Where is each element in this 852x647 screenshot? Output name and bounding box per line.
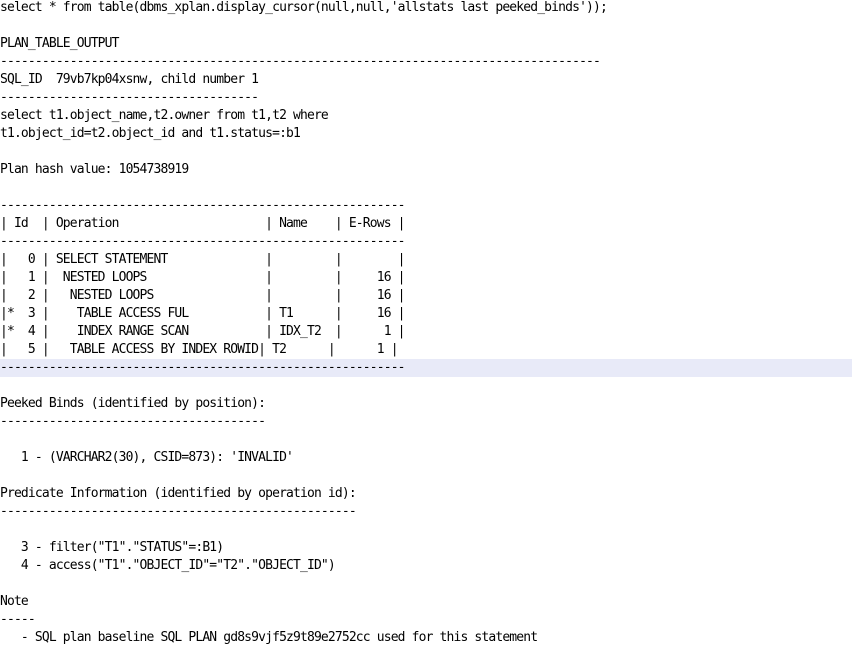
output-line: select t1.object_name,t2.owner from t1,t… [0, 108, 329, 123]
output-line: | 0 | SELECT STATEMENT | | | [0, 252, 406, 267]
output-line: ----------------------------------------… [0, 234, 406, 249]
output-line: | 2 | NESTED LOOPS | | 16 | [0, 288, 406, 303]
output-line: -------------------------------------- [0, 414, 266, 429]
output-line: Peeked Binds (identified by position): [0, 396, 266, 411]
output-line: - SQL plan baseline SQL PLAN gd8s9vjf5z9… [0, 630, 538, 645]
sqlplus-output: select * from table(dbms_xplan.display_c… [0, 0, 852, 647]
output-line: |* 3 | TABLE ACCESS FUL | T1 | 16 | [0, 306, 406, 321]
output-line: 3 - filter("T1"."STATUS"=:B1) [0, 540, 224, 555]
output-line: ----- [0, 612, 36, 627]
output-line: | 5 | TABLE ACCESS BY INDEX ROWID| T2 | … [0, 342, 399, 357]
output-line: 1 - (VARCHAR2(30), CSID=873): 'INVALID' [0, 450, 294, 465]
output-line: | 1 | NESTED LOOPS | | 16 | [0, 270, 406, 285]
output-line: select * from table(dbms_xplan.display_c… [0, 0, 608, 15]
output-line: Predicate Information (identified by ope… [0, 486, 357, 501]
output-line: Plan hash value: 1054738919 [0, 162, 189, 177]
output-line: ------------------------------------- [0, 90, 259, 105]
output-line: ----------------------------------------… [0, 504, 357, 519]
output-line: PLAN_TABLE_OUTPUT [0, 36, 119, 51]
output-line: | Id | Operation | Name | E-Rows | [0, 216, 406, 231]
output-line: |* 4 | INDEX RANGE SCAN | IDX_T2 | 1 | [0, 324, 406, 339]
output-line: 4 - access("T1"."OBJECT_ID"="T2"."OBJECT… [0, 558, 336, 573]
output-line: ----------------------------------------… [0, 198, 406, 213]
output-line: t1.object_id=t2.object_id and t1.status=… [0, 126, 301, 141]
output-line: ----------------------------------------… [0, 54, 601, 69]
output-line: SQL_ID 79vb7kp04xsnw, child number 1 [0, 72, 259, 87]
highlighted-output-line: ----------------------------------------… [0, 359, 852, 377]
output-line: Note [0, 594, 29, 609]
